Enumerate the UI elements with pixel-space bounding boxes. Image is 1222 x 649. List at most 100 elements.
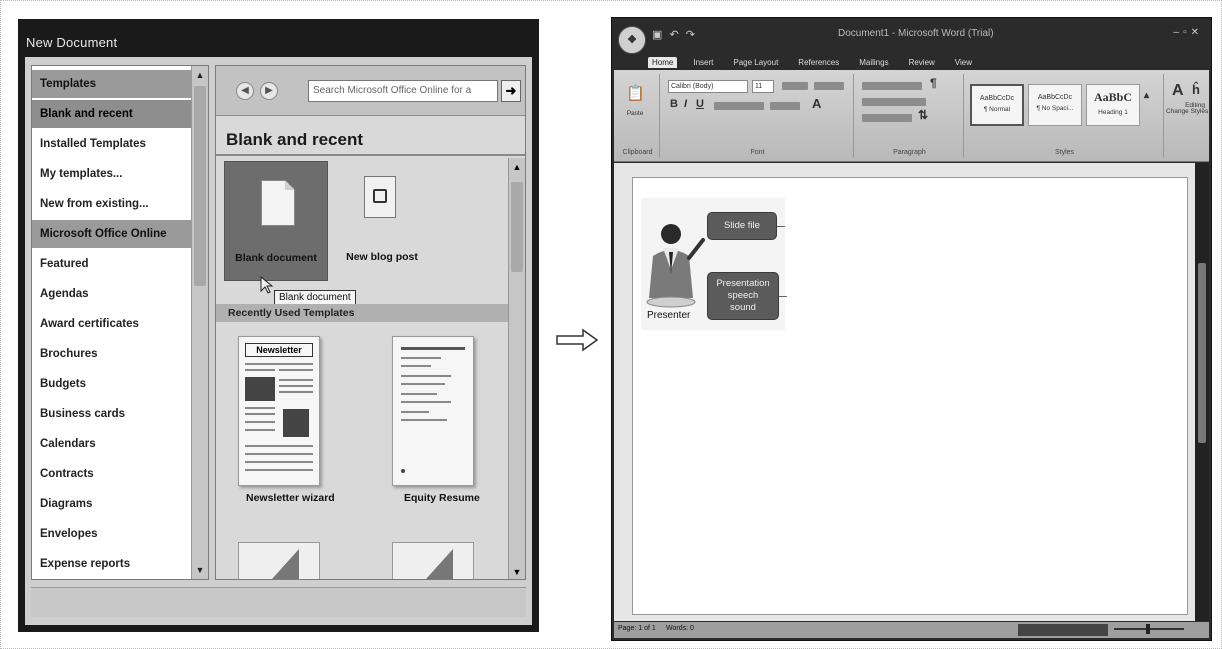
ribbon-tab[interactable]: Insert bbox=[689, 57, 717, 68]
ribbon-tabs: Home Insert Page Layout References Mailings R… bbox=[648, 52, 988, 68]
ribbon-tab[interactable]: References bbox=[794, 57, 843, 68]
templates-pane: Templates Blank and recent Installed Templ… bbox=[31, 65, 209, 580]
paste-icon[interactable]: 📋 bbox=[626, 84, 645, 102]
mouse-cursor-icon bbox=[260, 276, 274, 294]
styles-scroll-icon[interactable]: ▴ bbox=[1144, 90, 1149, 101]
office-button[interactable]: ❖ bbox=[618, 26, 646, 54]
group-label: Paragraph bbox=[893, 149, 926, 156]
search-go-button[interactable]: ➜ bbox=[501, 80, 521, 102]
callout-line: sound bbox=[730, 302, 756, 313]
minimize-icon[interactable]: ‒ bbox=[1174, 27, 1184, 38]
scroll-down-icon[interactable]: ▼ bbox=[511, 565, 523, 579]
blank-document-icon bbox=[261, 180, 295, 226]
pilcrow-icon[interactable]: ¶ bbox=[930, 76, 937, 90]
style-heading-1[interactable]: AaBbC Heading 1 bbox=[1086, 84, 1140, 126]
ribbon-tab[interactable]: Home bbox=[648, 57, 678, 68]
group-label: Clipboard bbox=[622, 149, 653, 156]
window-controls[interactable]: ‒▫✕ bbox=[1174, 27, 1204, 38]
template-category-item[interactable]: Contracts bbox=[32, 460, 192, 488]
template-category-item[interactable]: Budgets bbox=[32, 370, 192, 398]
template-category-item[interactable]: Installed Templates bbox=[32, 130, 192, 158]
forward-button[interactable]: ▶ bbox=[260, 82, 278, 100]
equity-resume-thumbnail[interactable] bbox=[392, 336, 474, 486]
presenter-icon bbox=[646, 224, 705, 308]
blank-document-label: Blank document bbox=[235, 252, 317, 264]
scroll-down-icon[interactable]: ▼ bbox=[194, 563, 206, 577]
templates-scrollbar[interactable]: ▲ ▼ bbox=[191, 66, 208, 579]
font-color-icon[interactable]: A bbox=[812, 96, 821, 111]
word-count[interactable]: Words: 0 bbox=[666, 625, 694, 632]
new-blog-post-card[interactable]: New blog post bbox=[334, 174, 430, 274]
font-group: Calibri (Body) 11 B I U A Font bbox=[662, 74, 854, 158]
template-category-item: Microsoft Office Online bbox=[32, 220, 192, 248]
scroll-thumb[interactable] bbox=[1198, 263, 1206, 443]
close-icon[interactable]: ✕ bbox=[1191, 27, 1203, 38]
template-category-item[interactable]: Brochures bbox=[32, 340, 192, 368]
find-icon[interactable]: ĥ bbox=[1192, 82, 1200, 97]
template-category-item[interactable]: Award certificates bbox=[32, 310, 192, 338]
template-category-item[interactable]: Featured bbox=[32, 250, 192, 278]
gallery-nav-bar: ◀ ▶ Search Microsoft Office Online for a… bbox=[216, 66, 525, 116]
template-category-item[interactable]: Calendars bbox=[32, 430, 192, 458]
style-normal[interactable]: AaBbCcDc ¶ Normal bbox=[970, 84, 1024, 126]
template-category-item: Templates bbox=[32, 70, 192, 98]
search-input[interactable]: Search Microsoft Office Online for a bbox=[308, 80, 498, 102]
view-buttons[interactable] bbox=[1018, 624, 1108, 636]
slide-file-callout: Slide file bbox=[707, 212, 777, 240]
document-page[interactable]: Presenter Slide file Presentation speech… bbox=[632, 177, 1188, 615]
italic-icon[interactable]: I bbox=[684, 98, 687, 110]
template-thumbnail[interactable] bbox=[238, 542, 320, 579]
save-icon[interactable]: ▣ bbox=[652, 29, 664, 41]
style-no-spacing[interactable]: AaBbCcDc ¶ No Spaci... bbox=[1028, 84, 1082, 126]
template-gallery-pane: ◀ ▶ Search Microsoft Office Online for a… bbox=[215, 65, 526, 580]
undo-icon[interactable]: ↶ bbox=[669, 29, 680, 41]
ribbon-tab[interactable]: View bbox=[951, 57, 976, 68]
gallery-scrollbar[interactable]: ▲ ▼ bbox=[508, 158, 525, 579]
change-styles-icon[interactable]: A bbox=[1172, 82, 1184, 100]
ribbon-tab[interactable]: Review bbox=[905, 57, 939, 68]
group-label: Styles bbox=[1054, 149, 1075, 156]
template-category-item[interactable]: Agendas bbox=[32, 280, 192, 308]
scroll-thumb[interactable] bbox=[194, 86, 206, 286]
maximize-icon[interactable]: ▫ bbox=[1183, 27, 1191, 38]
right-arrow-icon bbox=[556, 328, 599, 352]
scroll-thumb[interactable] bbox=[511, 182, 523, 272]
font-name-select[interactable]: Calibri (Body) bbox=[668, 80, 748, 93]
template-category-item[interactable]: Business cards bbox=[32, 400, 192, 428]
zoom-slider-handle[interactable] bbox=[1146, 624, 1150, 634]
blog-post-icon bbox=[364, 176, 396, 218]
template-category-item[interactable]: Blank and recent bbox=[32, 100, 192, 128]
template-category-item[interactable]: New from existing... bbox=[32, 190, 192, 218]
ribbon-tab[interactable]: Page Layout bbox=[729, 57, 782, 68]
back-button[interactable]: ◀ bbox=[236, 82, 254, 100]
template-category-item[interactable]: Expense reports bbox=[32, 550, 192, 578]
document-scrollbar[interactable] bbox=[1195, 163, 1209, 621]
new-blog-post-label: New blog post bbox=[346, 251, 418, 263]
window-title: Document1 - Microsoft Word (Trial) bbox=[838, 28, 994, 39]
template-category-item[interactable]: My templates... bbox=[32, 160, 192, 188]
font-size-select[interactable]: 11 bbox=[752, 80, 774, 93]
page-count[interactable]: Page: 1 of 1 bbox=[618, 625, 656, 632]
redo-icon[interactable]: ↷ bbox=[686, 29, 697, 41]
template-category-item[interactable]: Diagrams bbox=[32, 490, 192, 518]
paragraph-group: ¶ ⇅ Paragraph bbox=[856, 74, 964, 158]
paste-label[interactable]: Paste bbox=[620, 110, 650, 117]
underline-icon[interactable]: U bbox=[696, 98, 704, 110]
clipboard-group: 📋 Paste Clipboard bbox=[616, 74, 660, 158]
editing-label[interactable]: Editing bbox=[1182, 102, 1208, 109]
scroll-up-icon[interactable]: ▲ bbox=[511, 160, 523, 174]
newsletter-thumb-title: Newsletter bbox=[245, 343, 313, 357]
blank-document-card[interactable]: Blank document bbox=[224, 161, 328, 281]
template-thumbnail[interactable] bbox=[392, 542, 474, 579]
sort-icon[interactable]: ⇅ bbox=[918, 108, 928, 122]
dialog-title: New Document bbox=[26, 35, 118, 50]
scroll-up-icon[interactable]: ▲ bbox=[194, 68, 206, 82]
quick-access-toolbar[interactable]: ▣ ↶ ↷ bbox=[652, 28, 697, 41]
word-window: ❖ ▣ ↶ ↷ Document1 - Microsoft Word (Tria… bbox=[611, 17, 1212, 641]
status-bar: Page: 1 of 1 Words: 0 bbox=[614, 622, 1209, 638]
bold-icon[interactable]: B bbox=[670, 98, 678, 110]
newsletter-wizard-thumbnail[interactable]: Newsletter bbox=[238, 336, 320, 486]
ribbon-tab[interactable]: Mailings bbox=[855, 57, 892, 68]
style-sample: AaBbCcDc bbox=[1037, 94, 1073, 101]
template-category-item[interactable]: Envelopes bbox=[32, 520, 192, 548]
